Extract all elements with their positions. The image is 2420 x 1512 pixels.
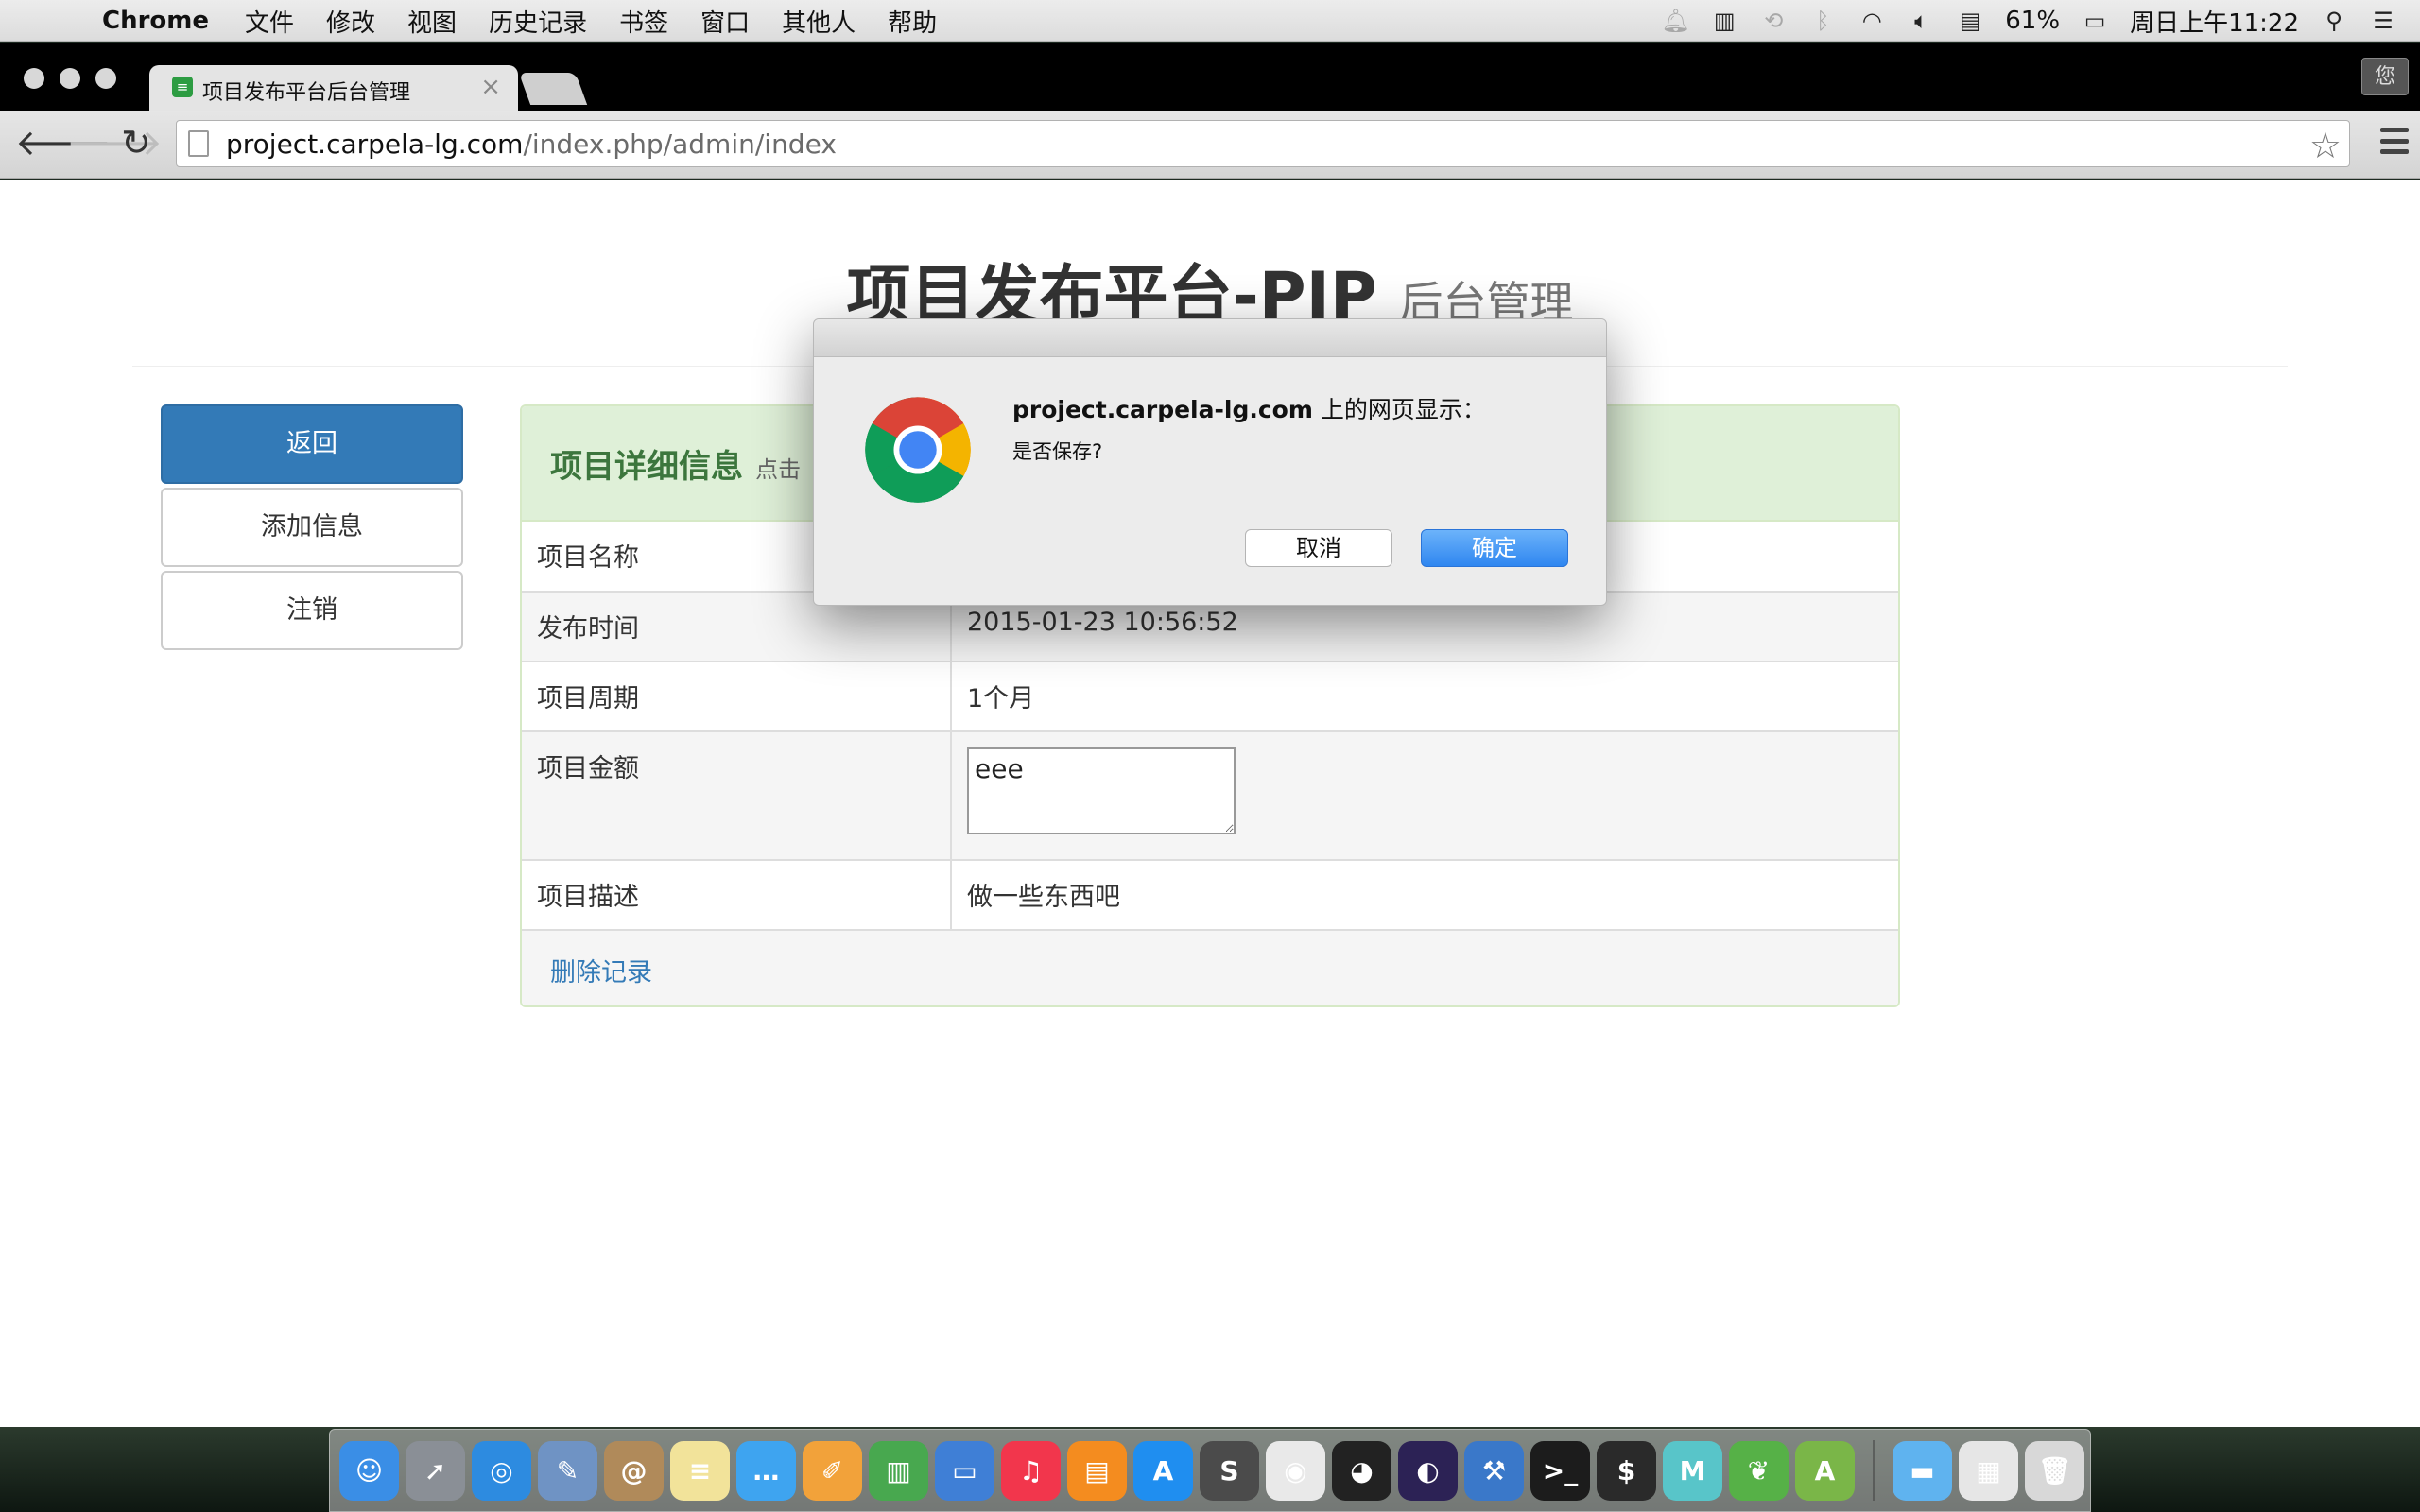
active-tab[interactable]: ≡ 项目发布平台后台管理 × (149, 65, 518, 111)
panel-subtitle: 点击 (755, 456, 802, 483)
confirm-dialog: project.carpela-lg.com 上的网页显示： 是否保存? 取消 … (813, 318, 1607, 606)
app-store-icon[interactable]: A (1133, 1440, 1193, 1501)
menu-file[interactable]: 文件 (245, 4, 294, 39)
chrome-menu-icon[interactable] (2380, 128, 2409, 154)
row-label-amount: 项目金额 (522, 731, 952, 861)
xcode-icon[interactable]: ⚒ (1464, 1440, 1524, 1501)
panel-footer: 删除记录 (522, 931, 1898, 1005)
logout-button[interactable]: 注销 (161, 571, 463, 650)
safari-icon[interactable]: ◎ (472, 1440, 531, 1501)
table-row: 项目周期 1个月 (522, 662, 1898, 732)
dialog-host: project.carpela-lg.com (1012, 396, 1313, 423)
browser-toolbar: 🡐 🡒 ↻ project.carpela-lg.com/index.php/a… (0, 111, 2420, 179)
minimize-window-button[interactable] (60, 68, 80, 89)
table-row: 项目描述 做一些东西吧 (522, 860, 1898, 931)
profile-button[interactable]: 您 (2361, 58, 2409, 95)
menu-history[interactable]: 历史记录 (489, 4, 587, 39)
dialog-host-suffix: 上的网页显示： (1312, 396, 1486, 423)
volume-icon[interactable]: 🔈︎ (1907, 9, 1935, 33)
terminal-icon[interactable]: >_ (1530, 1440, 1590, 1501)
url-text[interactable]: project.carpela-lg.com/index.php/admin/i… (226, 129, 837, 160)
wifi-icon[interactable]: ◠ (1858, 9, 1886, 33)
notes-icon[interactable]: ≡ (670, 1440, 730, 1501)
window-controls (24, 68, 116, 89)
menu-people[interactable]: 其他人 (782, 4, 856, 39)
menu-app-name[interactable]: Chrome (102, 7, 209, 35)
back-button[interactable]: 返回 (161, 404, 463, 484)
menu-window[interactable]: 窗口 (700, 4, 750, 39)
finder-icon[interactable]: ☺ (339, 1440, 399, 1501)
add-info-button[interactable]: 添加信息 (161, 488, 463, 567)
launchpad-icon[interactable]: ➚ (406, 1440, 465, 1501)
eclipse-icon[interactable]: ◐ (1398, 1440, 1458, 1501)
amount-textarea[interactable]: eee (967, 747, 1236, 834)
tab-strip: ≡ 项目发布平台后台管理 × 您 (0, 43, 2420, 111)
tab-title: 项目发布平台后台管理 (202, 81, 411, 105)
messages-icon[interactable]: … (736, 1440, 796, 1501)
row-value-description: 做一些东西吧 (951, 860, 1898, 931)
dock: ☺ ➚ ◎ ✎ @ ≡… ✐ ▥ ▭ ♫ ▤ A S ◉ ◕ ◐ ⚒ >_ $ M ❦ A ▬ ▦ 🗑 (329, 1429, 2091, 1512)
input-source-flag-icon[interactable]: ▤ (1956, 9, 1984, 33)
row-value-period: 1个月 (951, 662, 1898, 732)
ok-button[interactable]: 确定 (1421, 529, 1568, 567)
evernote-icon[interactable]: ❦ (1729, 1440, 1789, 1501)
bluetooth-icon[interactable]: ᛒ (1808, 9, 1837, 33)
memory-meter-icon[interactable]: ▥ (1710, 9, 1738, 33)
url-host: project.carpela-lg.com (226, 129, 524, 160)
spotlight-search-icon[interactable]: ⚲ (2320, 9, 2348, 33)
cancel-button[interactable]: 取消 (1245, 529, 1392, 567)
menu-bar: Chrome 文件 修改 视图 历史记录 书签 窗口 其他人 帮助 🔔︎ ▥ ⟲… (0, 0, 2420, 42)
address-bar[interactable]: project.carpela-lg.com/index.php/admin/i… (176, 120, 2350, 167)
reload-icon[interactable]: ↻ (121, 124, 151, 162)
status-area: 🔔︎ ▥ ⟲ ᛒ ◠ 🔈︎ ▤ 61% ▭ 周日上午11:22 ⚲ ☰ (1661, 0, 2397, 42)
android-studio-icon[interactable]: A (1795, 1440, 1855, 1501)
menu-edit[interactable]: 修改 (326, 4, 375, 39)
menu-help[interactable]: 帮助 (888, 4, 937, 39)
numbers-icon[interactable]: ▥ (869, 1440, 928, 1501)
dock-separator (1873, 1440, 1875, 1501)
ibooks-icon[interactable]: ▤ (1067, 1440, 1127, 1501)
dialog-message: 是否保存? (1012, 440, 1103, 463)
dialog-titlebar (814, 319, 1606, 357)
chrome-icon[interactable]: ◉ (1266, 1440, 1325, 1501)
applications-folder-icon[interactable]: ▬ (1893, 1440, 1952, 1501)
row-label-description: 项目描述 (522, 860, 952, 931)
qq-icon[interactable]: ◕ (1332, 1440, 1392, 1501)
menu-view[interactable]: 视图 (407, 4, 457, 39)
time-machine-icon[interactable]: ⟲ (1759, 9, 1788, 33)
downloads-stack-icon[interactable]: ▦ (1959, 1440, 2018, 1501)
dialog-origin: project.carpela-lg.com 上的网页显示： (1012, 391, 1486, 425)
sublime-text-icon[interactable]: S (1200, 1440, 1259, 1501)
zoom-window-button[interactable] (95, 68, 116, 89)
url-path: /index.php/admin/index (523, 129, 837, 160)
close-window-button[interactable] (24, 68, 44, 89)
battery-percent[interactable]: 61% (2005, 7, 2060, 35)
notification-bell-icon[interactable]: 🔔︎ (1661, 9, 1689, 33)
new-tab-button[interactable] (518, 73, 588, 105)
panel-title: 项目详细信息 (550, 448, 743, 486)
row-label-period: 项目周期 (522, 662, 952, 732)
battery-icon[interactable]: ▭ (2081, 9, 2109, 33)
delete-record-link[interactable]: 删除记录 (550, 958, 652, 988)
tab-close-icon[interactable]: × (480, 73, 501, 101)
preview-icon[interactable]: ✎ (538, 1440, 597, 1501)
contacts-icon[interactable]: @ (604, 1440, 664, 1501)
bookmark-star-icon[interactable]: ☆ (2309, 125, 2342, 166)
itunes-icon[interactable]: ♫ (1001, 1440, 1061, 1501)
trash-icon[interactable]: 🗑 (2025, 1440, 2084, 1501)
clock[interactable]: 周日上午11:22 (2130, 4, 2299, 39)
page-icon (188, 130, 209, 157)
row-value-amount-cell: eee (951, 731, 1898, 861)
iterm-icon[interactable]: $ (1597, 1440, 1656, 1501)
pages-icon[interactable]: ✐ (803, 1440, 862, 1501)
menu-bookmarks[interactable]: 书签 (619, 4, 668, 39)
list-favicon-icon: ≡ (172, 77, 193, 97)
table-row: 项目金额 eee (522, 731, 1898, 861)
mou-icon[interactable]: M (1663, 1440, 1722, 1501)
sidebar: 返回 添加信息 注销 (161, 404, 463, 654)
app-menus: Chrome 文件 修改 视图 历史记录 书签 窗口 其他人 帮助 (102, 0, 969, 42)
notification-center-icon[interactable]: ☰ (2369, 9, 2397, 33)
keynote-icon[interactable]: ▭ (935, 1440, 994, 1501)
chrome-logo-icon (865, 397, 971, 503)
